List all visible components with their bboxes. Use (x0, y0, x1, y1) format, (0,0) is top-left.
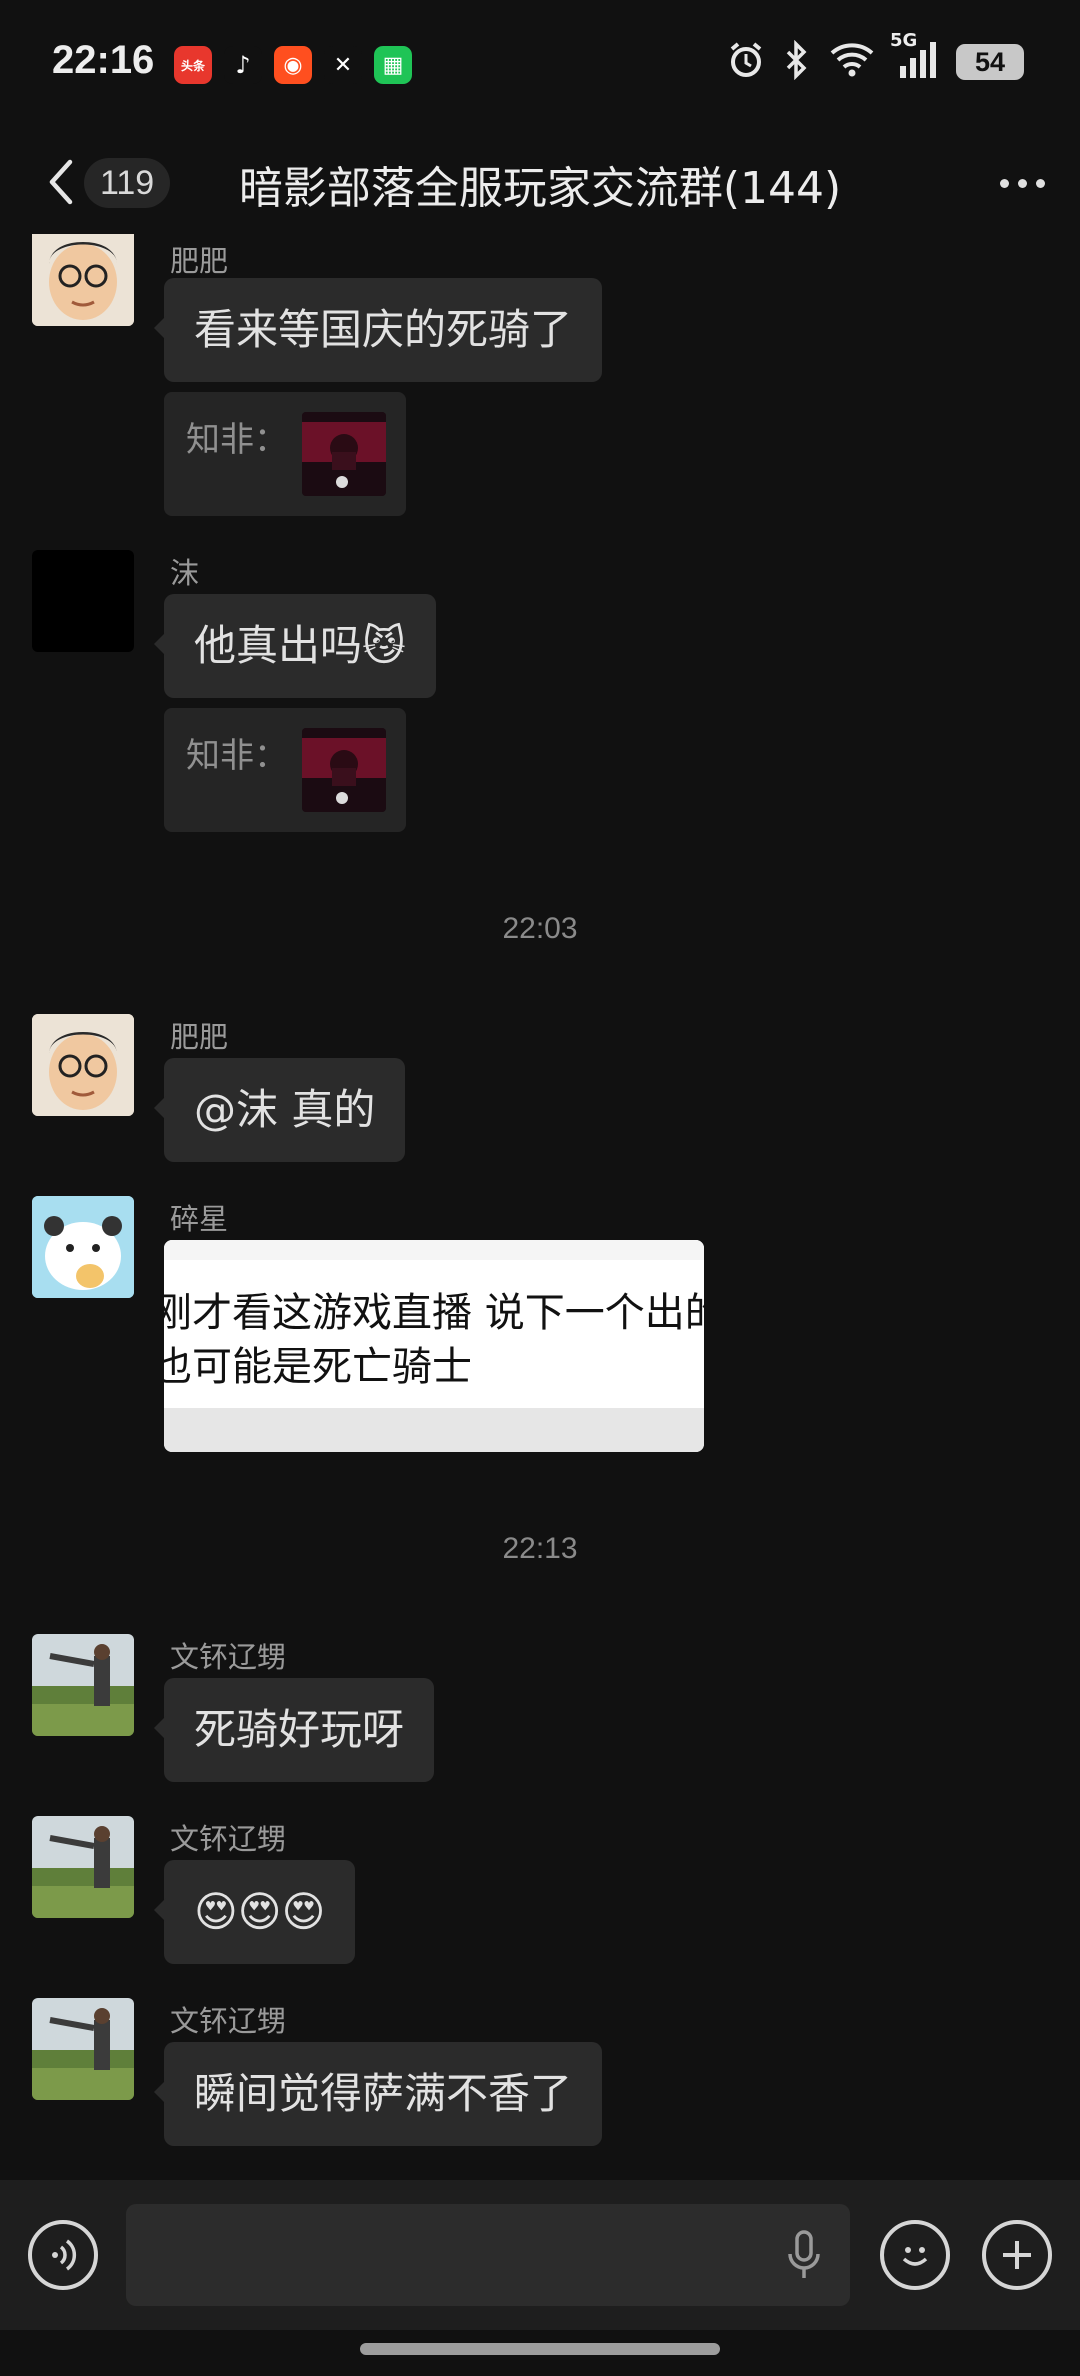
status-bar: 22:16 头条 ♪ ◉ ✕ ▦ 5G 54 (0, 0, 1080, 130)
chat-title: 暗影部落全服玩家交流群(144) (238, 163, 842, 214)
sender-name: 肥肥 (170, 244, 229, 278)
quoted-reply[interactable]: 知非： (164, 708, 406, 832)
message-bubble[interactable]: 😍😍😍 (153, 1860, 356, 1964)
message-bubble[interactable]: 瞬间觉得萨满不香了 (153, 2042, 603, 2146)
image-message[interactable]: 刚才看这游戏直播 说下一个出的 也可能是死亡骑士 (164, 1240, 704, 1452)
avatar[interactable] (32, 1014, 134, 1116)
douyin-icon: ♪ (224, 46, 262, 84)
kuaishou-icon: ◉ (274, 46, 312, 84)
status-time: 22:16 (52, 38, 155, 82)
more-actions-button[interactable] (982, 2220, 1052, 2290)
sender-name: 文钚辽甥 (170, 1822, 287, 1856)
input-bar (0, 2180, 1080, 2330)
more-dot-icon (999, 178, 1009, 188)
cellular-signal-icon: 5G (890, 30, 938, 84)
sender-name: 文钚辽甥 (170, 2004, 287, 2038)
quoted-image-thumbnail[interactable] (302, 728, 386, 812)
more-dot-icon (1035, 178, 1045, 188)
capcut-icon: ✕ (324, 46, 362, 84)
message-bubble[interactable]: 死骑好玩呀 (153, 1678, 435, 1782)
message-list[interactable]: 肥肥 看来等国庆的死骑了 知非： 沫 他真出吗😼 知非： 22:03 肥肥 @沫… (0, 234, 1080, 2174)
image-text-line: 也可能是死亡骑士 (164, 1344, 472, 1390)
network-type: 5G (890, 30, 918, 51)
plus-icon (1003, 2241, 1031, 2269)
mic-icon[interactable] (786, 2230, 822, 2282)
voice-icon (52, 2239, 77, 2271)
image-top-strip (164, 1240, 704, 1260)
avatar[interactable] (32, 1816, 134, 1918)
message-bubble[interactable]: 他真出吗😼 (154, 594, 436, 698)
quoted-sender: 知非： (186, 736, 288, 776)
message-timestamp: 22:03 (502, 912, 578, 945)
home-indicator[interactable] (360, 2343, 720, 2355)
message-timestamp: 22:13 (502, 1532, 578, 1565)
chat-header: 119 暗影部落全服玩家交流群(144) (0, 130, 1080, 234)
sender-name: 肥肥 (170, 1020, 229, 1054)
notification-icons: 头条 ♪ ◉ ✕ ▦ (174, 46, 412, 84)
image-bottom-strip (164, 1408, 704, 1452)
more-dot-icon (1017, 178, 1027, 188)
system-icons: 5G 54 (726, 30, 1024, 84)
alarm-icon (726, 40, 766, 84)
message-bubble[interactable]: @沫 真的 (153, 1058, 406, 1162)
emoji-button[interactable] (880, 2220, 950, 2290)
battery-indicator: 54 (956, 44, 1024, 80)
sender-name: 沫 (170, 556, 200, 590)
more-options-button[interactable] (994, 158, 1050, 208)
message-input[interactable] (126, 2204, 850, 2306)
sender-name: 碎星 (170, 1202, 229, 1236)
avatar[interactable] (32, 550, 134, 652)
green-app-icon: ▦ (374, 46, 412, 84)
message-bubble[interactable]: 看来等国庆的死骑了 (153, 278, 603, 382)
sender-name: 文钚辽甥 (170, 1640, 287, 1674)
bluetooth-icon (784, 39, 810, 84)
image-text-line: 刚才看这游戏直播 说下一个出的 (164, 1290, 704, 1336)
voice-mode-button[interactable] (28, 2220, 98, 2290)
avatar[interactable] (32, 1196, 134, 1298)
quoted-image-thumbnail[interactable] (302, 412, 386, 496)
avatar[interactable] (32, 234, 134, 326)
smiley-icon (902, 2247, 928, 2266)
quoted-reply[interactable]: 知非： (164, 392, 406, 516)
avatar[interactable] (32, 1634, 134, 1736)
toutiao-icon: 头条 (174, 46, 212, 84)
wifi-icon (828, 41, 876, 83)
quoted-sender: 知非： (186, 420, 288, 460)
avatar[interactable] (32, 1998, 134, 2100)
